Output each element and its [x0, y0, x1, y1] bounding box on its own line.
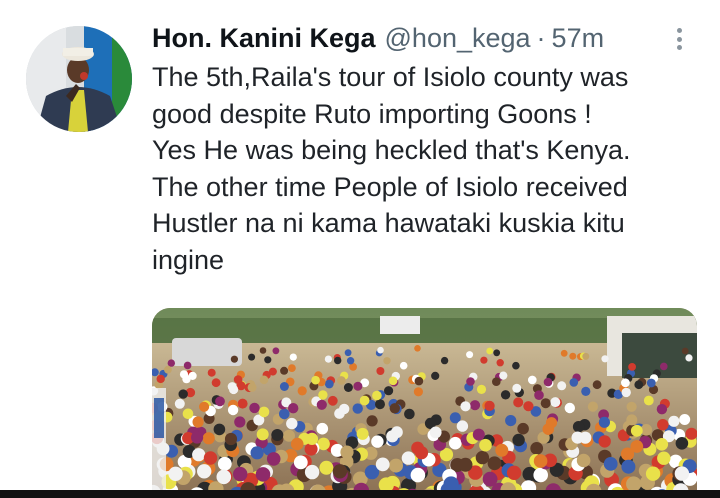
author-name[interactable]: Hon. Kanini Kega — [152, 20, 376, 56]
avatar[interactable] — [26, 26, 132, 132]
tweet-text-line: Hustler na ni kama hawataki kuskia kitu — [152, 208, 625, 238]
author-handle[interactable]: @hon_kega — [385, 20, 531, 56]
more-vertical-icon[interactable] — [672, 24, 686, 54]
tweet-text-line: good despite Ruto importing Goons ! — [152, 98, 592, 129]
tweet-text: The 5th,Raila's tour of Isiolo county wa… — [152, 59, 712, 278]
bottom-bar — [0, 490, 720, 498]
tweet-text-line: ingine — [152, 244, 225, 275]
tweet-text-line: The other time People of Isiolo received — [152, 171, 628, 202]
tweet-text-line: Yes He was being heckled that's Kenya. — [152, 135, 631, 165]
tweet-text-line: The 5th,Raila's tour of Isiolo county wa… — [152, 62, 629, 92]
tweet-photo[interactable] — [152, 308, 697, 498]
separator: · — [536, 23, 546, 53]
crowd-photo — [152, 308, 697, 498]
tweet-header: Hon. Kanini Kega @hon_kega · 57m — [152, 20, 604, 56]
timestamp[interactable]: 57m — [552, 20, 605, 56]
tweet-card[interactable]: Hon. Kanini Kega @hon_kega · 57m The 5th… — [0, 0, 720, 498]
